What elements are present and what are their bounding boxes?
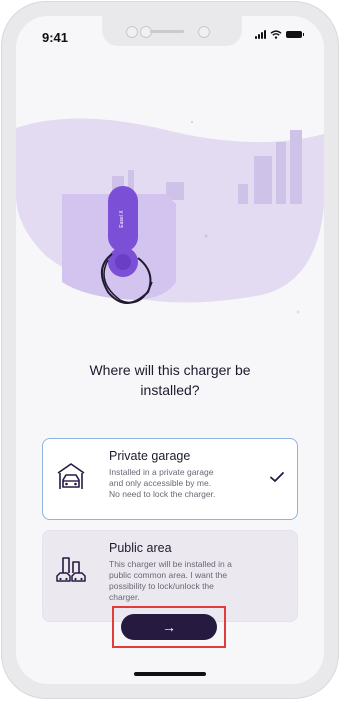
next-button[interactable]: → bbox=[121, 614, 217, 640]
app-screen: 9:41 Easel X Where will this charger be … bbox=[16, 16, 324, 684]
signal-icon bbox=[255, 30, 266, 39]
option-description: This charger will be installed in a publ… bbox=[109, 559, 283, 603]
option-description-line: No need to lock the charger. bbox=[109, 489, 216, 499]
hero-illustration: Easel X bbox=[16, 118, 324, 314]
option-description-line: This charger will be installed in a bbox=[109, 559, 232, 569]
phone-frame: 9:41 Easel X Where will this charger be … bbox=[2, 2, 338, 698]
arrow-right-icon: → bbox=[162, 619, 176, 635]
question-line-2: installed? bbox=[140, 382, 200, 398]
option-description-line: Installed in a private garage bbox=[109, 467, 214, 477]
install-location-question: Where will this charger be installed? bbox=[40, 360, 300, 400]
option-private-garage[interactable]: Private garage Installed in a private ga… bbox=[42, 438, 298, 520]
option-description-line: public common area. I want the bbox=[109, 570, 228, 580]
option-title: Public area bbox=[109, 541, 172, 555]
system-icons bbox=[255, 30, 304, 39]
checkmark-icon bbox=[270, 472, 284, 482]
wifi-icon bbox=[270, 30, 282, 39]
option-description-line: and only accessible by me. bbox=[109, 478, 212, 488]
option-title: Private garage bbox=[109, 449, 191, 463]
option-description: Installed in a private garage and only a… bbox=[109, 467, 283, 500]
status-bar: 9:41 bbox=[16, 16, 324, 56]
charger-label: Easel X bbox=[119, 210, 125, 228]
battery-icon bbox=[286, 31, 304, 38]
option-description-line: charger. bbox=[109, 592, 140, 602]
option-description-line: possibility to lock/unlock the bbox=[109, 581, 214, 591]
public-parking-icon bbox=[56, 557, 86, 582]
garage-car-icon bbox=[57, 463, 85, 489]
status-time: 9:41 bbox=[42, 30, 69, 45]
home-indicator bbox=[134, 672, 206, 676]
question-line-1: Where will this charger be bbox=[89, 362, 251, 378]
